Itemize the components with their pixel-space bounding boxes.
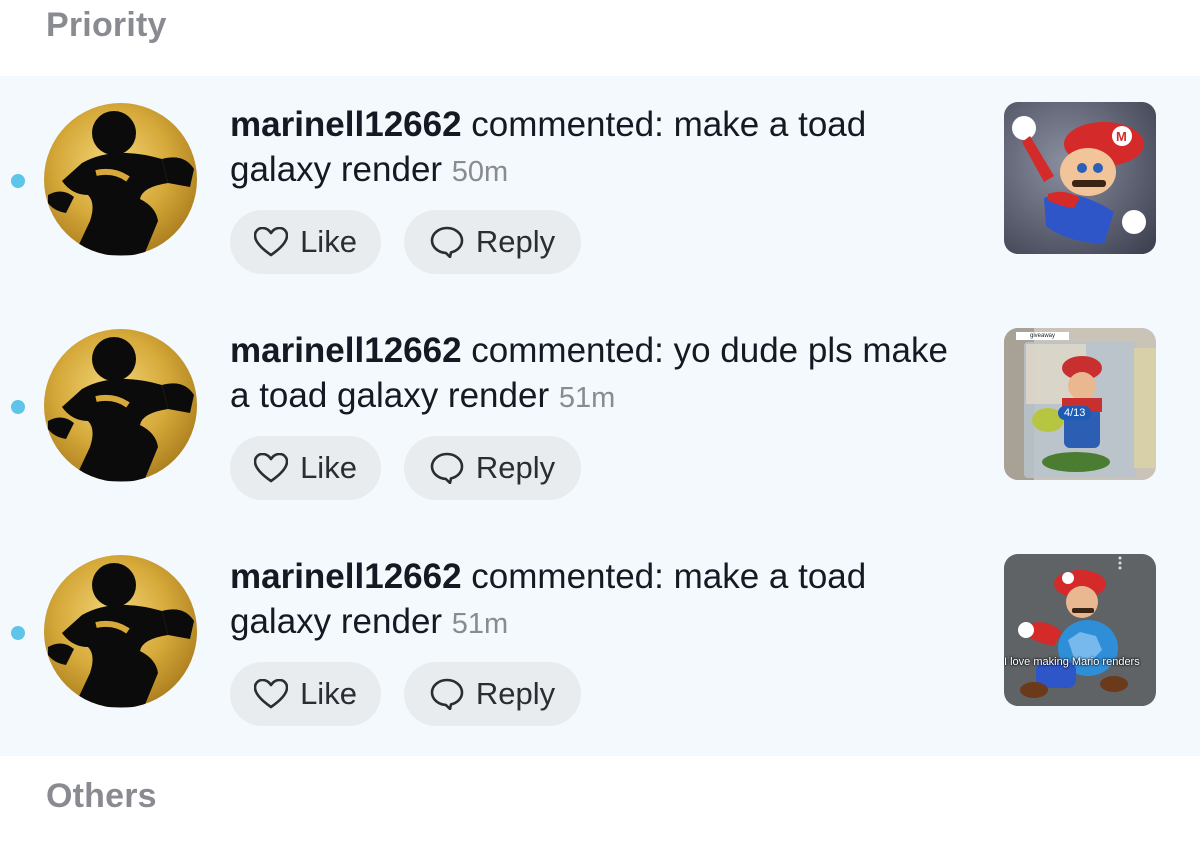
heart-icon — [254, 679, 289, 709]
notification-item[interactable]: marinell12662 commented: make a toad gal… — [0, 76, 1200, 302]
like-label: Like — [300, 450, 357, 485]
reply-label: Reply — [475, 450, 556, 485]
avatar[interactable] — [44, 103, 197, 256]
reply-button[interactable]: Reply — [404, 210, 581, 274]
heart-icon — [254, 227, 289, 257]
video-thumbnail[interactable]: I love making Mario renders — [1004, 554, 1156, 706]
timestamp: 50m — [451, 156, 509, 188]
like-button[interactable]: Like — [230, 436, 381, 500]
svg-text:M: M — [1116, 129, 1127, 144]
video-thumbnail[interactable]: M — [1004, 102, 1156, 254]
thumbnail-tag: giveaway — [1016, 332, 1070, 340]
notification-text: marinell12662 commented: make a toad gal… — [230, 102, 970, 195]
priority-notification-list: marinell12662 commented: make a toad gal… — [0, 76, 1200, 756]
video-thumbnail[interactable]: giveaway 4/13 — [1004, 328, 1156, 480]
avatar[interactable] — [44, 555, 197, 708]
game-and-watch-silhouette-icon — [48, 563, 194, 707]
heart-icon — [254, 453, 289, 483]
mario-flying-thumbnail-icon: M — [1004, 102, 1156, 254]
username[interactable]: marinell12662 — [230, 105, 462, 144]
unread-dot-icon — [11, 626, 25, 640]
section-header-priority: Priority — [46, 6, 167, 44]
like-label: Like — [300, 676, 357, 711]
username[interactable]: marinell12662 — [230, 331, 462, 370]
username[interactable]: marinell12662 — [230, 557, 462, 596]
like-button[interactable]: Like — [230, 210, 381, 274]
thumbnail-caption: I love making Mario renders — [1004, 656, 1140, 668]
thumbnail-badge: 4/13 — [1058, 406, 1092, 420]
like-button[interactable]: Like — [230, 662, 381, 726]
section-header-others: Others — [46, 777, 157, 815]
like-label: Like — [300, 224, 357, 259]
speech-bubble-icon — [430, 678, 464, 710]
reply-button[interactable]: Reply — [404, 662, 581, 726]
unread-dot-icon — [11, 400, 25, 414]
reply-button[interactable]: Reply — [404, 436, 581, 500]
unread-dot-icon — [11, 174, 25, 188]
mario-shell-thumbnail-icon — [1004, 554, 1156, 706]
reply-label: Reply — [475, 224, 556, 259]
notification-text: marinell12662 commented: make a toad gal… — [230, 554, 970, 647]
timestamp: 51m — [558, 382, 616, 414]
game-and-watch-silhouette-icon — [48, 337, 194, 481]
notification-item[interactable]: marinell12662 commented: yo dude pls mak… — [0, 302, 1200, 528]
reply-label: Reply — [475, 676, 556, 711]
avatar[interactable] — [44, 329, 197, 482]
notification-item[interactable]: marinell12662 commented: make a toad gal… — [0, 528, 1200, 754]
speech-bubble-icon — [430, 452, 464, 484]
game-and-watch-silhouette-icon — [48, 111, 194, 255]
timestamp: 51m — [451, 608, 509, 640]
notification-text: marinell12662 commented: yo dude pls mak… — [230, 328, 970, 421]
speech-bubble-icon — [430, 226, 464, 258]
mario-figure-giveaway-thumbnail-icon — [1004, 328, 1156, 480]
